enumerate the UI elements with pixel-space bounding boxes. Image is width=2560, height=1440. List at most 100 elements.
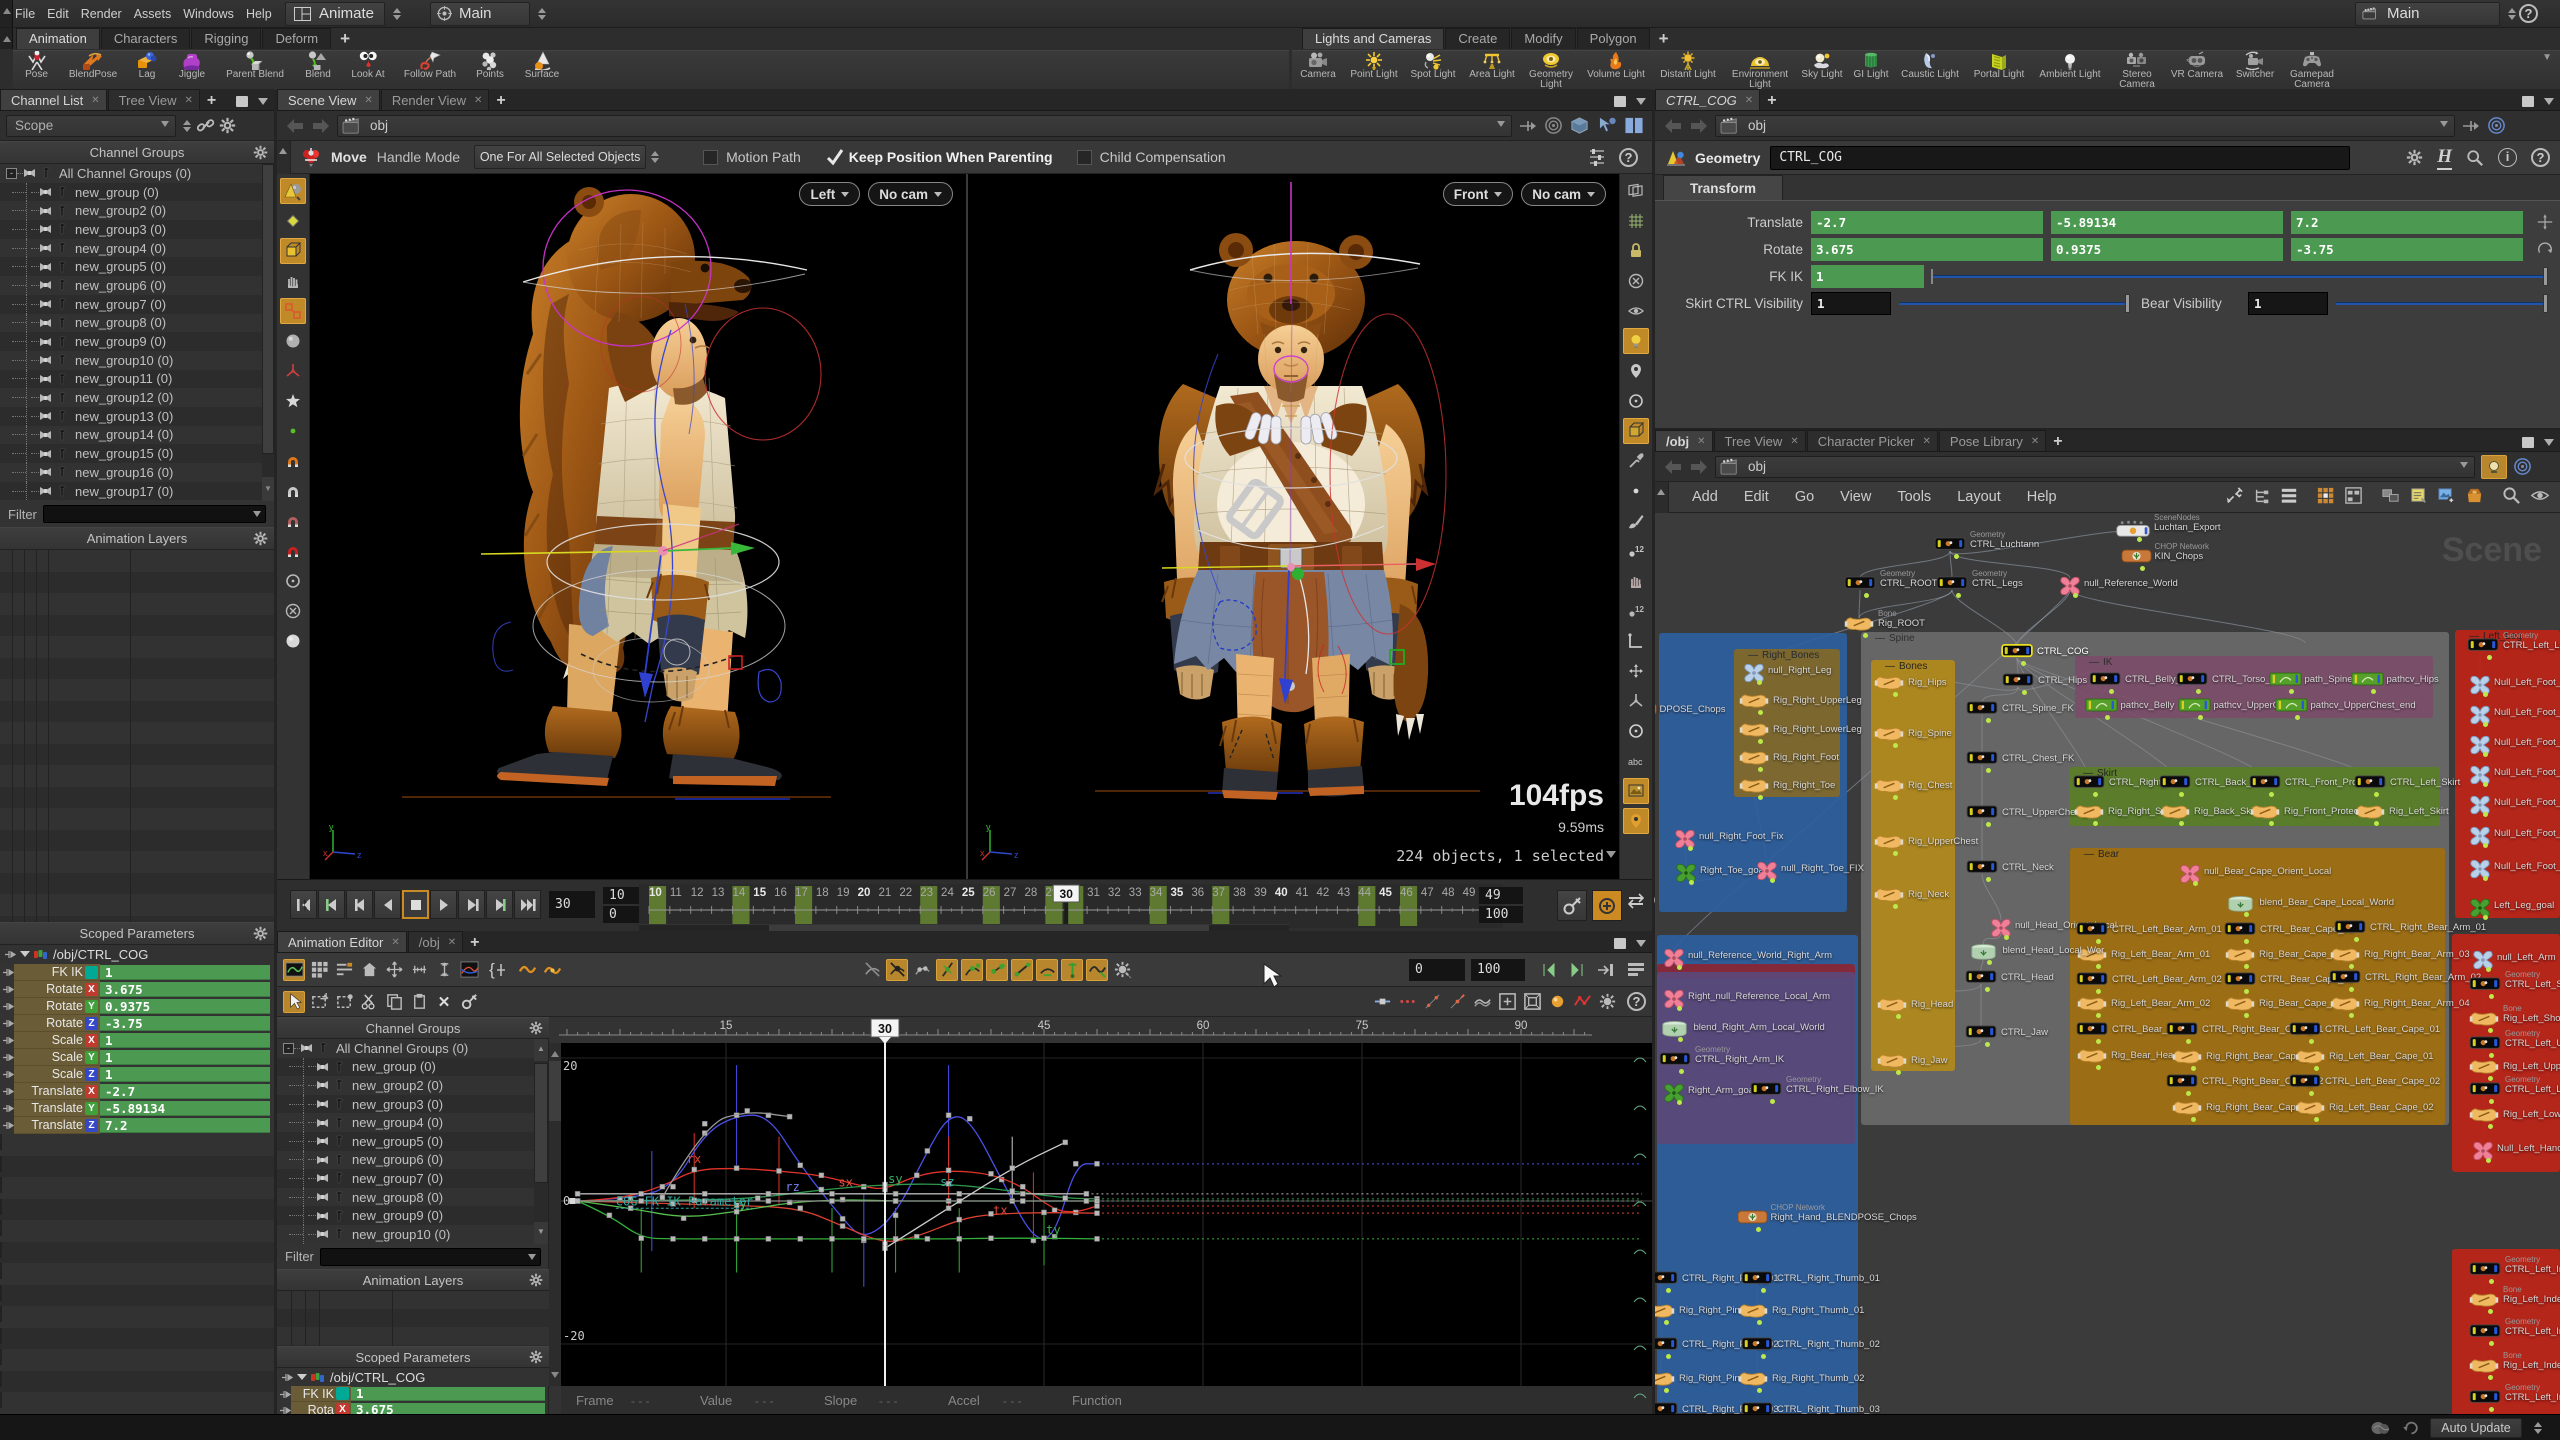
delete-keys-button[interactable]: ✕ bbox=[433, 991, 455, 1013]
geometry-node-icon[interactable] bbox=[1665, 148, 1687, 168]
stats-menu-icon[interactable] bbox=[1606, 851, 1616, 863]
search-icon[interactable] bbox=[2502, 486, 2521, 508]
tree-row-new_group7[interactable]: new_group7 (0) bbox=[277, 1169, 535, 1188]
network-node-pathcv_upperchest[interactable]: pathcv_UpperChest bbox=[2177, 698, 2297, 720]
network-node-null_right_toe_fix[interactable]: null_Right_Toe_FIX bbox=[1756, 861, 1864, 884]
no-snap-mode[interactable] bbox=[861, 959, 883, 981]
translate-z-field[interactable]: 7.2 bbox=[2291, 211, 2523, 234]
scoped-param-translatey[interactable]: Translate Y -5.89134 bbox=[0, 1100, 274, 1117]
tab-character-picker[interactable]: Character Picker ✕ bbox=[1806, 430, 1938, 451]
shelf-tool-lookat[interactable]: Look At bbox=[342, 51, 394, 91]
shelfset-selector[interactable]: Main bbox=[430, 1, 530, 26]
tree-row-new_group4[interactable]: new_group4 (0) bbox=[0, 238, 262, 258]
network-node-ctrl_right_arm_ik[interactable]: CTRL_Right_Arm_IK Geometry bbox=[1658, 1045, 1784, 1074]
tree-row-new_group17[interactable]: new_group17 (0) bbox=[0, 481, 262, 501]
network-node-null_left_foot_front[interactable]: Null_Left_Foot_Front bbox=[2469, 795, 2560, 818]
desktop-spinner[interactable] bbox=[390, 3, 403, 25]
shelf-tool-lag[interactable]: Lag bbox=[126, 51, 168, 91]
refresh-icon[interactable] bbox=[2403, 1420, 2420, 1436]
handle-mode-spinner[interactable] bbox=[648, 146, 661, 168]
translate-x-field[interactable]: -2.7 bbox=[1811, 211, 2043, 234]
pane-collapse-arrow[interactable] bbox=[0, 0, 13, 27]
viewport-right-quad[interactable]: Front No cam y x z 104fps 9.59ms 224 objects, 1… bbox=[968, 174, 1618, 879]
network-node-ctrl_chest_fk[interactable]: CTRL_Chest_FK bbox=[1965, 751, 2074, 773]
scoped-param-fk-ik[interactable]: FK IK 1 bbox=[0, 964, 274, 981]
pane-maximize-icon[interactable] bbox=[1614, 96, 1626, 107]
shelf-tool-parentblend[interactable]: Parent Blend bbox=[216, 51, 294, 91]
snap-value-mode[interactable] bbox=[911, 959, 933, 981]
anim-settings-gear[interactable] bbox=[1596, 991, 1618, 1013]
network-node-pathcv_hips[interactable]: pathcv_Hips bbox=[2350, 672, 2439, 694]
pose-tool-icon[interactable] bbox=[280, 268, 306, 294]
tree-row-new_group15[interactable]: new_group15 (0) bbox=[0, 444, 262, 463]
network-node-null_right_leg[interactable]: null_Right_Leg bbox=[1743, 663, 1831, 686]
hydra-toggle-icon[interactable] bbox=[1623, 388, 1649, 414]
close-icon[interactable]: ✕ bbox=[448, 937, 456, 948]
network-node-path_spine[interactable]: path_Spine bbox=[2268, 672, 2353, 694]
network-node-null_left_foot_twist[interactable]: Null_Left_Foot_Twist bbox=[2469, 675, 2560, 698]
curve-shadows-toggle[interactable] bbox=[1471, 991, 1493, 1013]
menu-file[interactable]: File bbox=[9, 0, 41, 28]
tree-row-new_group4[interactable]: new_group4 (0) bbox=[277, 1113, 535, 1132]
close-icon[interactable]: ✕ bbox=[2031, 436, 2039, 447]
shelf-tool-ambientlight[interactable]: Ambient Light bbox=[2032, 51, 2108, 91]
network-node-rig_right_pinky_01[interactable]: Rig_Right_Pinky_01 bbox=[1655, 1303, 1765, 1325]
shelf-tool-blend[interactable]: Blend bbox=[294, 51, 342, 91]
view-tool-icon[interactable] bbox=[280, 568, 306, 594]
menu-help[interactable]: Help bbox=[240, 0, 278, 28]
network-menu-tools[interactable]: Tools bbox=[1884, 489, 1944, 505]
tab-obj-network[interactable]: /obj ✕ bbox=[1655, 430, 1713, 451]
back-arrow-icon[interactable] bbox=[1663, 118, 1683, 134]
network-node-left_leg_goal[interactable]: Left_Leg_goal bbox=[2469, 898, 2554, 921]
network-node-null_left_hand_orie[interactable]: Null_Left_Hand_Orie bbox=[2472, 1141, 2560, 1164]
shelf-tool-jiggle[interactable]: Jiggle bbox=[168, 51, 216, 91]
network-node-ctrl_left_bear_arm_01[interactable]: CTRL_Left_Bear_Arm_01 bbox=[2075, 922, 2222, 944]
shelf-tool-portallight[interactable]: Portal Light bbox=[1966, 51, 2032, 91]
network-node-right_hand_blendpose_chops[interactable]: Right_Hand_BLENDPOSE_Chops CHOP Network bbox=[1736, 1203, 1917, 1232]
grid-layout-icon[interactable] bbox=[2316, 486, 2335, 508]
close-icon[interactable]: ✕ bbox=[364, 95, 372, 106]
network-node-rig_right_thumb_01[interactable]: Rig_Right_Thumb_01 bbox=[1737, 1303, 1864, 1325]
network-node-null_left_foot_mid[interactable]: Null_Left_Foot_Mid bbox=[2469, 826, 2560, 849]
shelf-tool-volumelight[interactable]: Volume Light bbox=[1580, 51, 1652, 91]
network-node-right_toe_goal[interactable]: Right_Toe_goal bbox=[1675, 863, 1766, 886]
link-icon[interactable] bbox=[197, 118, 215, 134]
new-tab-button[interactable]: + bbox=[1767, 92, 1776, 110]
frame-all-button[interactable] bbox=[1521, 991, 1543, 1013]
network-node-blend_right_arm_local_world[interactable]: blend_Right_Arm_Local_World bbox=[1658, 1020, 1825, 1042]
sculpt-curve-tool[interactable] bbox=[541, 959, 563, 981]
paste-keys-button[interactable] bbox=[408, 991, 430, 1013]
prim-normals-icon[interactable] bbox=[1623, 568, 1649, 594]
handles-overlay-icon[interactable] bbox=[1623, 658, 1649, 684]
network-node-ctrl_bear_head[interactable]: CTRL_Bear_Head bbox=[2075, 1022, 2190, 1044]
network-node-ctrl_right_bear_arm_01[interactable]: CTRL_Right_Bear_Arm_01 bbox=[2333, 920, 2486, 942]
network-node-ctrl_bear_cape_02[interactable]: CTRL_Bear_Cape_02 bbox=[2223, 972, 2354, 994]
shelf-tab-deform[interactable]: Deform bbox=[262, 28, 332, 49]
network-node-rig_upperchest[interactable]: Rig_UpperChest bbox=[1873, 834, 1978, 856]
network-node-rig_front_protection[interactable]: Rig_Front_Protection bbox=[2249, 804, 2374, 826]
align-keys-button[interactable] bbox=[1371, 991, 1393, 1013]
point-numbers-icon[interactable]: 12 bbox=[1623, 538, 1649, 564]
object-tool-icon[interactable] bbox=[280, 238, 306, 264]
network-node-dpose_chops[interactable]: DPOSE_Chops bbox=[1655, 702, 1726, 719]
menu-render[interactable]: Render bbox=[75, 0, 128, 28]
hide-objects-icon[interactable] bbox=[1623, 268, 1649, 294]
network-node-null_head_orient_local[interactable]: null_Head_Orient_Local bbox=[1990, 918, 2117, 941]
node-name-field[interactable]: CTRL_COG bbox=[1770, 145, 2351, 170]
shading-mode-icon[interactable] bbox=[1623, 418, 1649, 444]
close-icon[interactable]: ✕ bbox=[391, 937, 399, 948]
move-tool-icon[interactable] bbox=[299, 146, 323, 168]
snap-grid-tool-icon[interactable] bbox=[280, 448, 306, 474]
tree-row-new_group9[interactable]: new_group9 (0) bbox=[0, 332, 262, 351]
pane-menu-icon[interactable] bbox=[1636, 98, 1646, 110]
fkik-slider-handle[interactable] bbox=[2543, 267, 2548, 286]
shelf-tab-animation[interactable]: Animation bbox=[16, 28, 100, 49]
key-markers-toggle[interactable] bbox=[1396, 991, 1418, 1013]
tree-row-new_group11[interactable]: new_group11 (0) bbox=[0, 369, 262, 389]
close-icon[interactable]: ✕ bbox=[474, 95, 482, 106]
memory-brain-icon[interactable] bbox=[2370, 1420, 2392, 1436]
network-menu-go[interactable]: Go bbox=[1782, 489, 1827, 505]
pin-icon[interactable] bbox=[1518, 118, 1538, 134]
network-node-ctrl_legs[interactable]: CTRL_Legs Geometry bbox=[1935, 569, 2023, 598]
jack-tool-icon[interactable] bbox=[280, 388, 306, 414]
